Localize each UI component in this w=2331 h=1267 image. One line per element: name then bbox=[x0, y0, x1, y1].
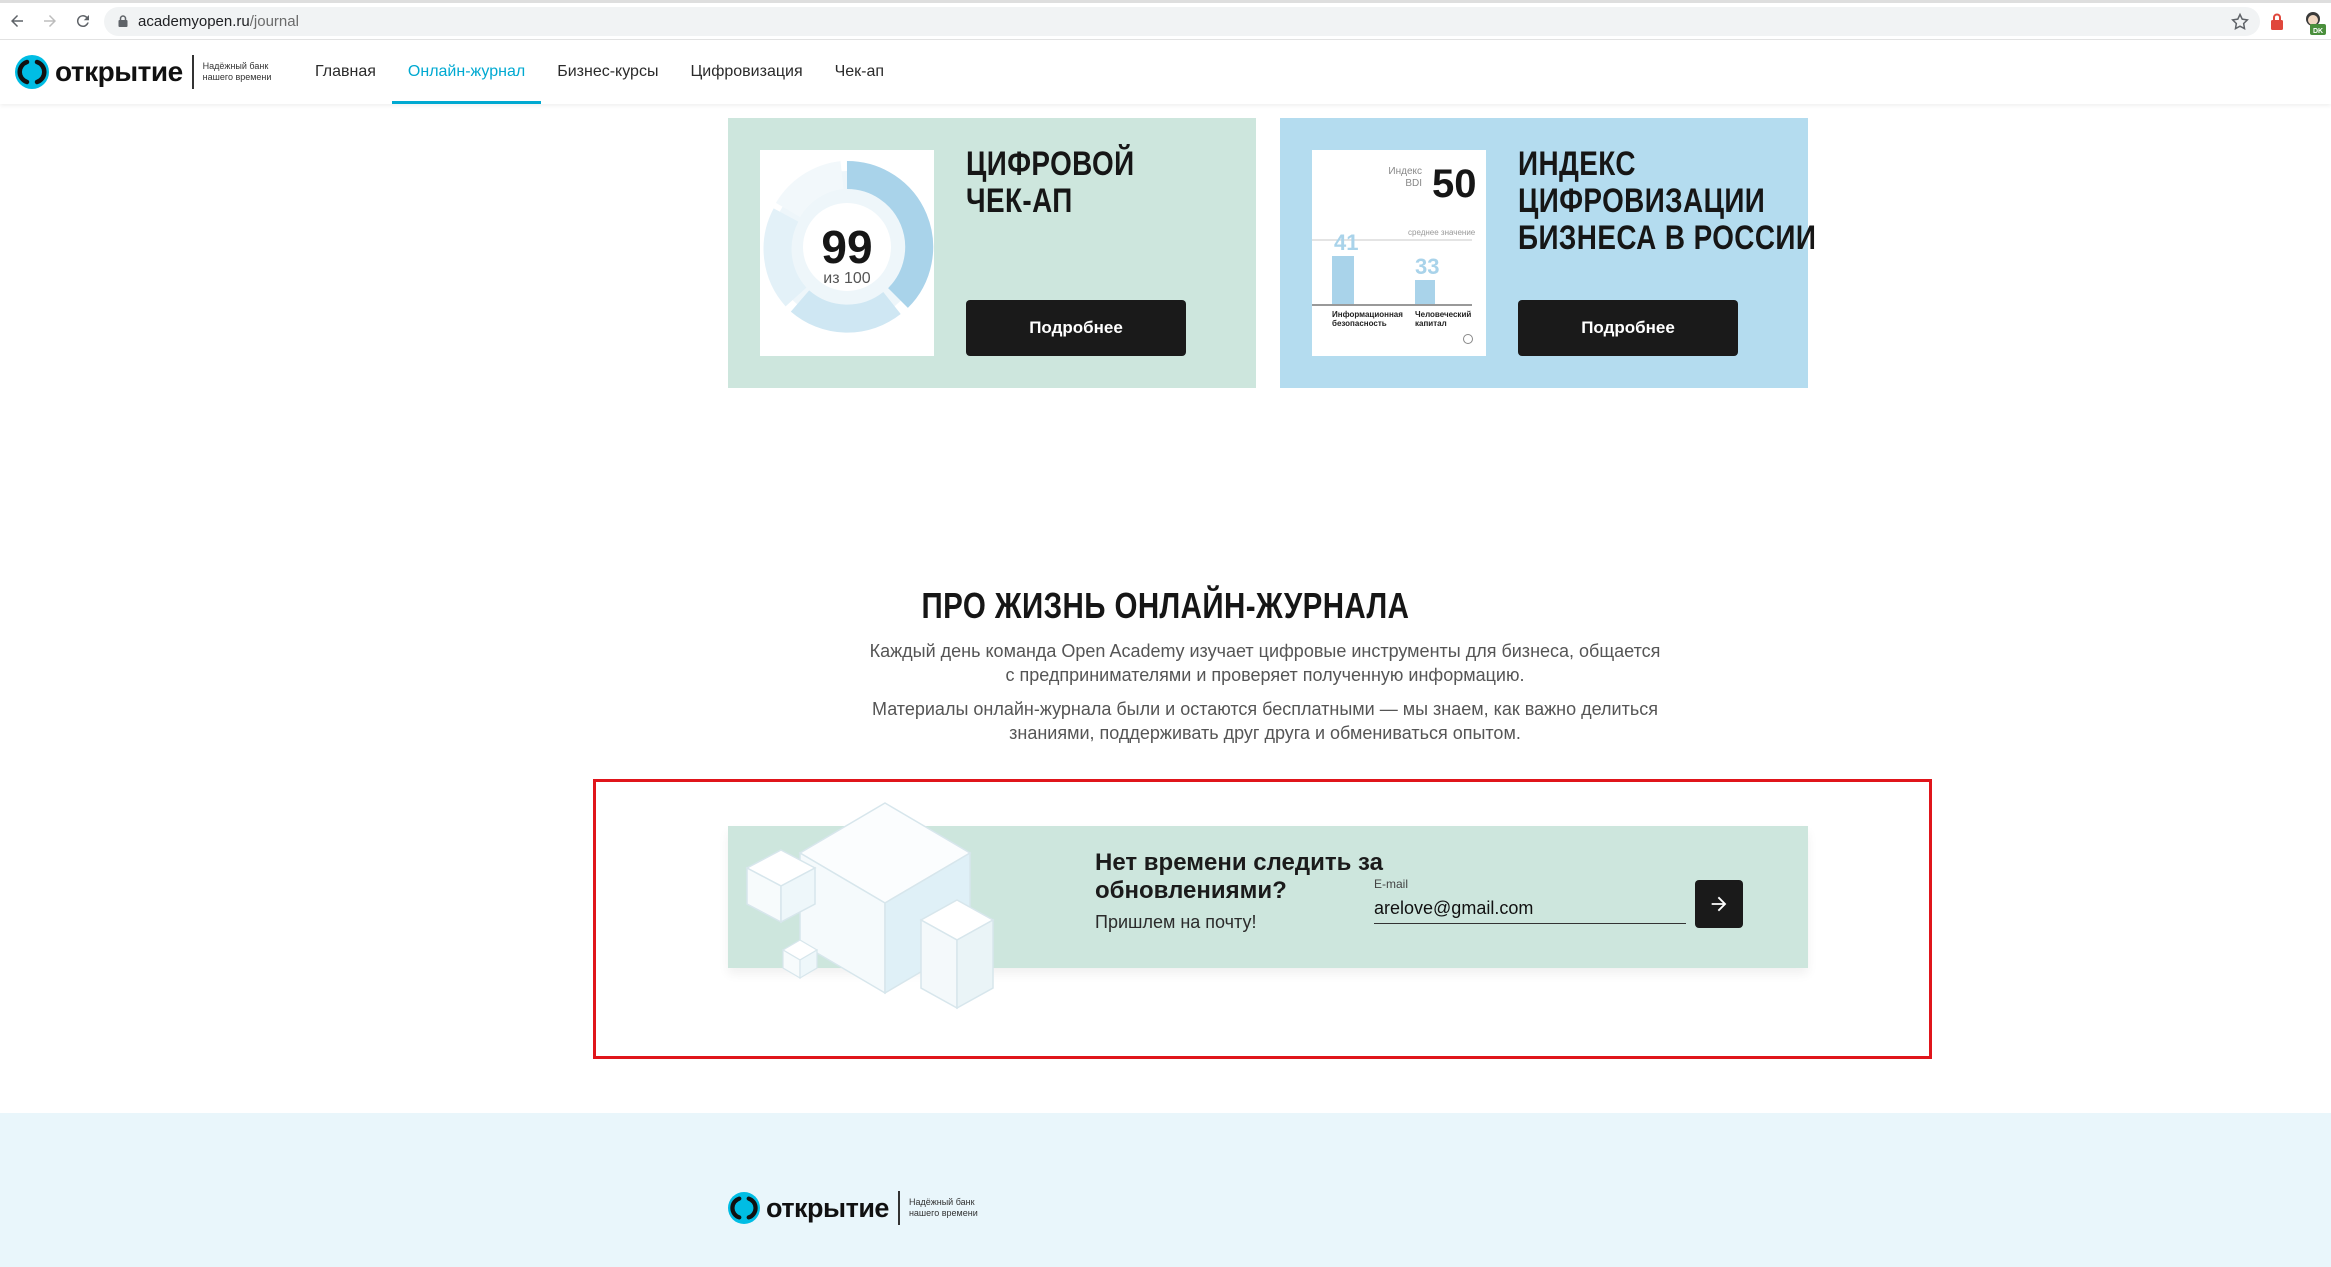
nav-item-digitalization[interactable]: Цифровизация bbox=[674, 40, 818, 104]
otkritie-logo-icon bbox=[728, 1192, 760, 1224]
address-bar[interactable]: academyopen.ru/journal bbox=[104, 7, 2260, 36]
back-arrow-icon bbox=[11, 15, 23, 27]
checkup-thumbnail: 99 из 100 bbox=[760, 150, 934, 356]
site-header: открытие Надёжный банк нашего времени Гл… bbox=[0, 40, 2331, 104]
index-title: Индекс цифровизации бизнеса в России bbox=[1518, 146, 1862, 257]
index-card[interactable]: Индекс BDI 50 среднее значение 41 Информ… bbox=[1280, 118, 1816, 388]
index-thumbnail: Индекс BDI 50 среднее значение 41 Информ… bbox=[1312, 150, 1486, 356]
logo-divider bbox=[191, 55, 194, 89]
footer-logo[interactable]: открытие Надёжный банк нашего времени bbox=[728, 1191, 979, 1225]
nav-item-checkup[interactable]: Чек-ап bbox=[819, 40, 900, 104]
score-value: 99 bbox=[821, 221, 873, 273]
otkritie-logo-icon bbox=[15, 55, 49, 89]
nav-item-journal[interactable]: Онлайн-журнал bbox=[391, 40, 542, 104]
bar1-value: 41 bbox=[1334, 230, 1359, 255]
bar2-caption: Человеческий капитал bbox=[1415, 310, 1472, 328]
bar1 bbox=[1332, 256, 1354, 304]
about-section-title: Про жизнь онлайн-журнала bbox=[0, 585, 2331, 627]
logo-wordmark: открытие bbox=[55, 56, 183, 87]
logo-divider bbox=[897, 1191, 900, 1225]
about-paragraph-2: Материалы онлайн-журнала были и остаются… bbox=[872, 699, 1658, 743]
about-title-text: Про жизнь онлайн-журнала bbox=[921, 585, 1410, 626]
title-line: бизнеса в России bbox=[1518, 219, 1817, 257]
profile-initials: DK bbox=[2313, 28, 2323, 35]
back-button[interactable] bbox=[6, 10, 28, 32]
url-path: /journal bbox=[249, 13, 299, 30]
title-line: Индекс bbox=[1518, 145, 1636, 183]
bar1-caption: Информационная безопасность bbox=[1332, 310, 1403, 328]
score-subtitle: из 100 bbox=[823, 270, 871, 287]
subscribe-submit-button[interactable] bbox=[1695, 880, 1743, 928]
extension-icon[interactable] bbox=[2267, 12, 2287, 32]
forward-arrow-icon bbox=[44, 15, 56, 27]
nav-item-label: Цифровизация bbox=[690, 63, 803, 80]
subscribe-text: Пришлем на почту! bbox=[1095, 912, 1257, 932]
bookmark-star-icon[interactable] bbox=[2230, 12, 2250, 32]
profile-avatar-icon[interactable]: DK bbox=[2300, 9, 2326, 35]
site-footer: открытие Надёжный банк нашего времени bbox=[0, 1113, 2331, 1267]
footer-logo-wordmark: открытие bbox=[766, 1192, 889, 1223]
header-logo[interactable]: открытие Надёжный банк нашего времени bbox=[15, 55, 273, 89]
title-line: чек-ап bbox=[966, 182, 1073, 220]
checkup-title: Цифровой чек-ап bbox=[966, 146, 1310, 220]
about-paragraph-1: Каждый день команда Open Academy изучает… bbox=[869, 641, 1661, 685]
title-line: Цифровой bbox=[966, 145, 1135, 183]
url-text: academyopen.ru/journal bbox=[138, 13, 299, 30]
index-more-button[interactable]: Подробнее bbox=[1518, 300, 1738, 356]
nav-item-home[interactable]: Главная bbox=[299, 40, 392, 104]
email-field[interactable] bbox=[1374, 893, 1686, 924]
bar2-value: 33 bbox=[1415, 254, 1440, 279]
nav-item-label: Бизнес-курсы bbox=[557, 63, 659, 80]
cubes-illustration-icon bbox=[745, 802, 995, 1010]
nav-item-courses[interactable]: Бизнес-курсы bbox=[541, 40, 674, 104]
title-line: цифровизации bbox=[1518, 182, 1766, 220]
reload-icon bbox=[76, 15, 89, 28]
lock-icon bbox=[118, 15, 128, 27]
nav-item-label: Чек-ап bbox=[834, 63, 885, 80]
footer-logo-tagline: Надёжный банк нашего времени bbox=[908, 1197, 978, 1218]
forward-button[interactable] bbox=[39, 10, 61, 32]
browser-toolbar: academyopen.ru/journal DK bbox=[0, 3, 2331, 40]
nav-item-label: Главная bbox=[315, 63, 376, 80]
logo-tagline: Надёжный банк нашего времени bbox=[202, 61, 272, 82]
bar2 bbox=[1415, 280, 1435, 304]
main-nav: Главная Онлайн-журнал Бизнес-курсы Цифро… bbox=[299, 40, 900, 104]
email-label: E-mail bbox=[1374, 877, 1409, 891]
checkup-card[interactable]: 99 из 100 Цифровой чек-ап Подробнее bbox=[728, 118, 1256, 388]
nav-item-label: Онлайн-журнал bbox=[407, 63, 526, 80]
reload-button[interactable] bbox=[72, 10, 94, 32]
url-host: academyopen.ru bbox=[138, 13, 250, 30]
arrow-right-icon bbox=[1711, 896, 1727, 912]
checkup-more-button[interactable]: Подробнее bbox=[966, 300, 1186, 356]
